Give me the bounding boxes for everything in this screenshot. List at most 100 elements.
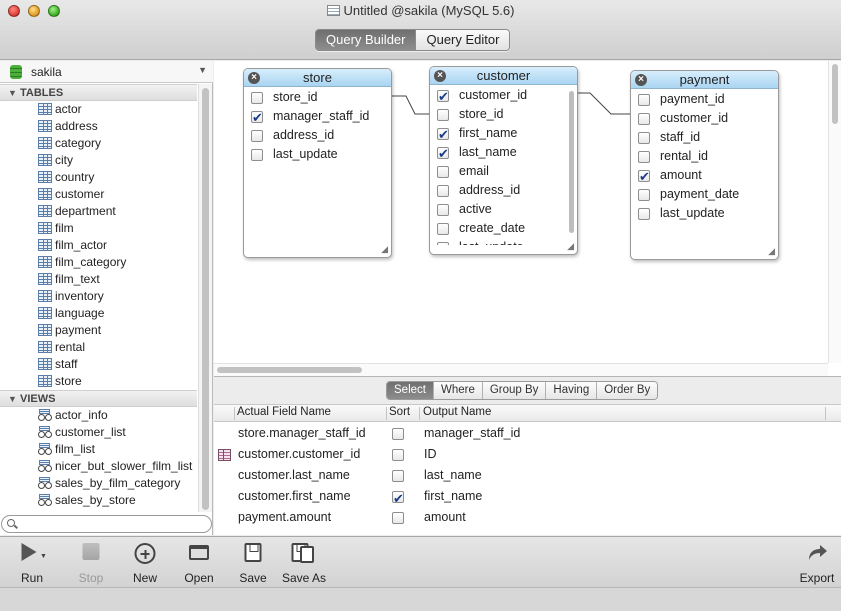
table-row[interactable]: store.manager_staff_id manager_staff_id (214, 423, 841, 444)
tab-where[interactable]: Where (432, 382, 482, 399)
field-list-scrollbar[interactable] (569, 91, 574, 233)
table-box-payment[interactable]: × payment payment_id customer_id staff_id r… (630, 70, 779, 260)
resize-grip-icon[interactable]: ◢ (381, 244, 388, 255)
field-checkbox[interactable] (437, 125, 449, 144)
canvas-vertical-scroll-thumb[interactable] (832, 64, 838, 124)
tab-query-builder[interactable]: Query Builder (316, 30, 416, 50)
field-checkbox[interactable] (638, 113, 650, 125)
database-selector[interactable]: sakila ▼ (0, 61, 213, 83)
field-checkbox[interactable] (437, 109, 449, 121)
field-row[interactable]: last_update (244, 145, 391, 164)
sidebar-item-customer-list[interactable]: customer_list (0, 424, 197, 441)
output-name[interactable]: first_name (424, 486, 482, 507)
sidebar-item-film-list[interactable]: film_list (0, 441, 197, 458)
canvas-horizontal-scroll-thumb[interactable] (217, 367, 362, 373)
table-box-store[interactable]: × store store_id manager_staff_id address_… (243, 68, 392, 258)
output-name[interactable]: last_name (424, 465, 482, 486)
column-divider[interactable] (234, 407, 235, 420)
sidebar-item-sales-by-store[interactable]: sales_by_store (0, 492, 197, 509)
sidebar-item-country[interactable]: country (0, 169, 197, 186)
field-row[interactable]: manager_staff_id (244, 107, 391, 127)
sidebar-item-nicer-but-slower-film-list[interactable]: nicer_but_slower_film_list (0, 458, 197, 475)
field-row[interactable]: email (430, 162, 577, 181)
export-button[interactable]: Export (787, 541, 841, 587)
canvas-vertical-scrollbar[interactable] (828, 61, 841, 363)
field-row[interactable]: active (430, 200, 577, 219)
sidebar-item-film-text[interactable]: film_text (0, 271, 197, 288)
query-diagram-canvas[interactable]: × store store_id manager_staff_id address_… (214, 61, 841, 377)
sort-checkbox[interactable] (392, 470, 404, 482)
tab-select[interactable]: Select (387, 382, 433, 399)
sort-checkbox[interactable] (392, 428, 404, 440)
actual-field-name[interactable]: store.manager_staff_id (238, 423, 366, 444)
tab-order-by[interactable]: Order By (596, 382, 658, 399)
sidebar-item-store[interactable]: store (0, 373, 197, 390)
sidebar-item-language[interactable]: language (0, 305, 197, 322)
field-checkbox[interactable] (638, 208, 650, 220)
sidebar-item-actor-info[interactable]: actor_info (0, 407, 197, 424)
field-row[interactable]: staff_id (631, 128, 778, 147)
field-checkbox[interactable] (251, 149, 263, 161)
field-row[interactable]: customer_id (631, 109, 778, 128)
tables-section-header[interactable]: ▼ TABLES (0, 84, 197, 101)
sidebar-item-film-actor[interactable]: film_actor (0, 237, 197, 254)
actual-field-name[interactable]: customer.first_name (238, 486, 351, 507)
field-row[interactable]: customer_id (430, 86, 577, 106)
field-row[interactable]: store_id (430, 105, 577, 124)
open-button[interactable]: Open (169, 541, 229, 587)
column-header-sort[interactable]: Sort (389, 406, 410, 418)
column-divider[interactable] (419, 407, 420, 420)
save-as-button[interactable]: Save As (274, 541, 334, 587)
field-row[interactable]: payment_date (631, 185, 778, 204)
column-header-actual-field-name[interactable]: Actual Field Name (237, 406, 331, 418)
field-row[interactable]: last_update (430, 238, 577, 245)
field-row[interactable]: store_id (244, 88, 391, 107)
tab-query-editor[interactable]: Query Editor (415, 30, 510, 50)
field-checkbox[interactable] (638, 132, 650, 144)
field-row[interactable]: amount (631, 166, 778, 186)
field-checkbox[interactable] (437, 242, 449, 245)
table-box-customer[interactable]: × customer customer_id store_id first_name… (429, 66, 578, 255)
sidebar-scroll-thumb[interactable] (202, 88, 209, 510)
actual-field-name[interactable]: customer.last_name (238, 465, 350, 486)
sidebar-item-actor[interactable]: actor (0, 101, 197, 118)
sort-checkbox[interactable] (392, 512, 404, 524)
table-box-header[interactable]: × customer (430, 67, 577, 85)
disclosure-triangle-icon[interactable]: ▼ (8, 391, 17, 407)
table-box-header[interactable]: × store (244, 69, 391, 87)
sidebar-item-inventory[interactable]: inventory (0, 288, 197, 305)
field-checkbox[interactable] (638, 167, 650, 186)
actual-field-name[interactable]: customer.customer_id (238, 444, 360, 465)
column-divider[interactable] (386, 407, 387, 420)
sidebar-item-rental[interactable]: rental (0, 339, 197, 356)
column-divider[interactable] (825, 407, 826, 420)
run-button[interactable]: ▼ Run (2, 541, 62, 587)
table-row[interactable]: customer.last_name last_name (214, 465, 841, 486)
field-checkbox[interactable] (437, 87, 449, 106)
field-checkbox[interactable] (437, 166, 449, 178)
field-checkbox[interactable] (638, 151, 650, 163)
field-checkbox[interactable] (437, 144, 449, 163)
remove-table-icon[interactable]: × (635, 74, 647, 86)
field-row[interactable]: address_id (244, 126, 391, 145)
sort-checkbox[interactable] (392, 488, 404, 509)
tab-having[interactable]: Having (545, 382, 597, 399)
sidebar-item-department[interactable]: department (0, 203, 197, 220)
sidebar-item-staff[interactable]: staff (0, 356, 197, 373)
table-box-header[interactable]: × payment (631, 71, 778, 89)
field-checkbox[interactable] (638, 189, 650, 201)
field-checkbox[interactable] (437, 223, 449, 235)
table-row[interactable]: customer.customer_id ID (214, 444, 841, 465)
sidebar-scrollbar[interactable] (198, 84, 212, 512)
output-name[interactable]: amount (424, 507, 466, 528)
field-row[interactable]: address_id (430, 181, 577, 200)
remove-table-icon[interactable]: × (248, 72, 260, 84)
field-checkbox[interactable] (251, 92, 263, 104)
stop-button[interactable]: Stop (61, 541, 121, 587)
field-checkbox[interactable] (251, 108, 263, 127)
table-row[interactable]: payment.amount amount (214, 507, 841, 528)
sidebar-item-film-category[interactable]: film_category (0, 254, 197, 271)
sort-checkbox[interactable] (392, 449, 404, 461)
resize-grip-icon[interactable]: ◢ (768, 246, 775, 257)
sidebar-item-city[interactable]: city (0, 152, 197, 169)
